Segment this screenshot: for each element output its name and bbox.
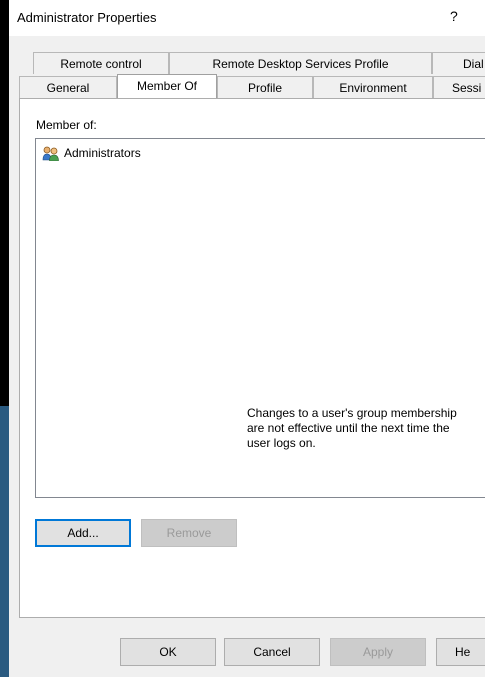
dialog-title: Administrator Properties [17, 10, 157, 25]
desktop-background-strip [0, 0, 9, 677]
tab-environment[interactable]: Environment [313, 76, 433, 98]
list-item[interactable]: Administrators [42, 145, 141, 162]
group-membership-note: Changes to a user's group membership are… [247, 406, 485, 451]
tab-dial-in[interactable]: Dial [432, 52, 485, 74]
member-of-panel: Member of: Administrators Add... Remove [19, 98, 485, 618]
cancel-button[interactable]: Cancel [224, 638, 320, 666]
tab-remote-desktop-services-profile[interactable]: Remote Desktop Services Profile [169, 52, 432, 74]
note-line-1: Changes to a user's group membership [247, 406, 457, 420]
ok-button[interactable]: OK [120, 638, 216, 666]
apply-button[interactable]: Apply [330, 638, 426, 666]
group-icon [42, 145, 60, 162]
tab-profile[interactable]: Profile [217, 76, 313, 98]
tab-member-of[interactable]: Member Of [117, 74, 217, 98]
help-button[interactable]: ? [450, 8, 458, 24]
title-bar[interactable]: Administrator Properties ? [9, 0, 485, 36]
note-line-3: user logs on. [247, 436, 316, 450]
help-footer-button[interactable]: He [436, 638, 485, 666]
member-of-label: Member of: [36, 118, 97, 132]
tab-remote-control[interactable]: Remote control [33, 52, 169, 74]
list-item-label: Administrators [64, 146, 141, 160]
add-button[interactable]: Add... [35, 519, 131, 547]
note-line-2: are not effective until the next time th… [247, 421, 450, 435]
tab-general[interactable]: General [19, 76, 117, 98]
remove-button[interactable]: Remove [141, 519, 237, 547]
properties-dialog: Administrator Properties ? Remote contro… [9, 0, 485, 677]
tab-sessions[interactable]: Sessi [433, 76, 485, 98]
